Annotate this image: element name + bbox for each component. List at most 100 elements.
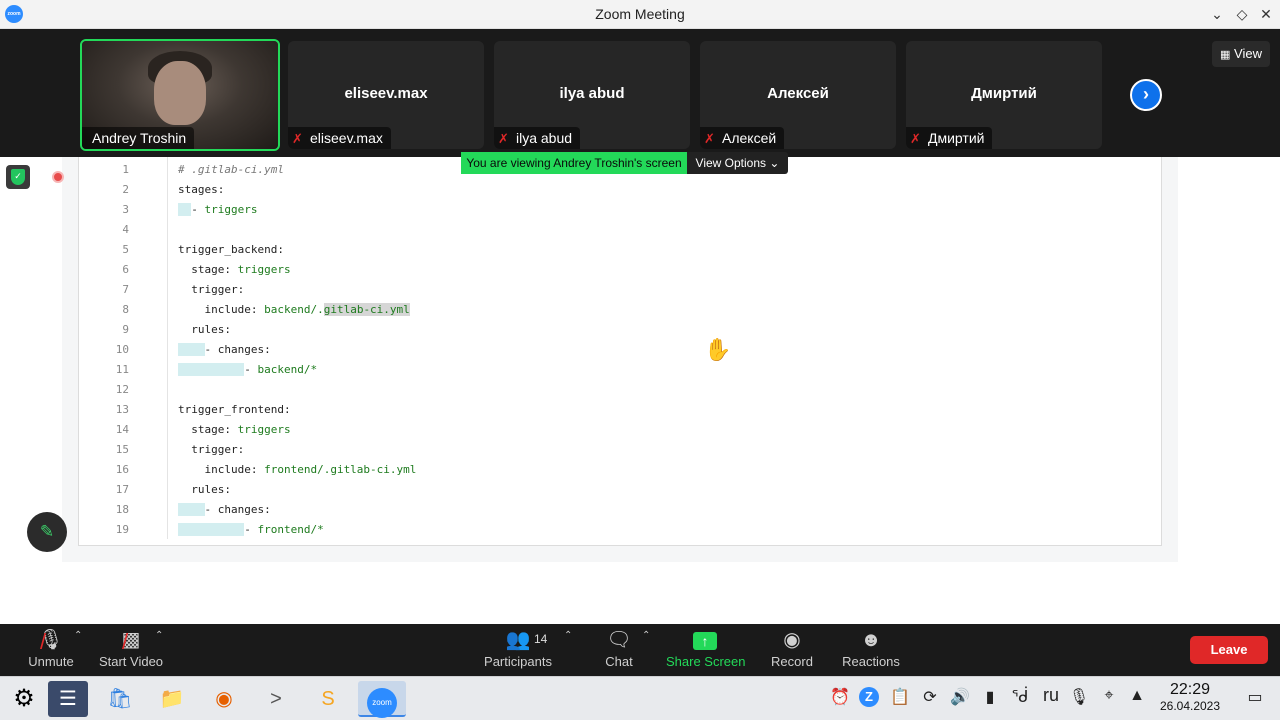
unmute-button[interactable]: 🎙 / Unmute ⌃ bbox=[22, 624, 82, 676]
participant-name: Дмиртий bbox=[928, 130, 985, 146]
line-number: 3 bbox=[122, 203, 129, 216]
keyboard-layout[interactable]: ru bbox=[1038, 685, 1064, 706]
participant-name: Алексей bbox=[722, 130, 777, 146]
participants-count: 14 bbox=[534, 632, 548, 646]
record-icon: ◉ bbox=[783, 629, 801, 651]
update-icon[interactable]: ⟳ bbox=[919, 687, 941, 707]
code-text: - changes: bbox=[178, 340, 271, 360]
line-number: 16 bbox=[115, 463, 129, 476]
chat-button[interactable]: 🗨 Chat ⌃ bbox=[600, 624, 650, 676]
view-button[interactable]: ▦ View bbox=[1212, 41, 1270, 67]
view-options-button[interactable]: View Options ⌄ bbox=[687, 152, 788, 174]
file-manager-icon[interactable]: 📁 bbox=[152, 681, 192, 717]
code-text: trigger: bbox=[178, 443, 245, 456]
code-text: rules: bbox=[178, 483, 231, 496]
notifications-icon[interactable]: ⏰ bbox=[829, 687, 851, 707]
line-number: 10 bbox=[115, 343, 129, 356]
code-text: - frontend/* bbox=[178, 520, 324, 540]
volume-icon[interactable]: 🔊 bbox=[949, 687, 971, 707]
reactions-button[interactable]: ☻ Reactions bbox=[842, 624, 900, 676]
minimize-icon[interactable]: ⌄ bbox=[1207, 4, 1227, 24]
line-number: 15 bbox=[115, 443, 129, 456]
sublime-text-icon[interactable]: S bbox=[308, 681, 348, 717]
start-video-label: Start Video bbox=[98, 654, 164, 669]
participant-tile-ilya-abud[interactable]: ilya abud ✗ ilya abud bbox=[494, 41, 690, 149]
tray-expand-icon[interactable]: ▲ bbox=[1126, 687, 1148, 705]
code-text: trigger: bbox=[178, 283, 245, 296]
line-number: 13 bbox=[115, 403, 129, 416]
code-text: include: frontend/.gitlab-ci.yml bbox=[178, 463, 417, 476]
code-text: - changes: bbox=[178, 500, 271, 520]
share-screen-icon: ↑ bbox=[693, 632, 717, 650]
start-video-button[interactable]: ▩ / Start Video ⌃ bbox=[98, 624, 164, 676]
close-icon[interactable]: ✕ bbox=[1256, 4, 1276, 24]
code-line: 14 stage: triggers bbox=[79, 420, 1159, 440]
chevron-up-icon[interactable]: ⌃ bbox=[74, 630, 82, 641]
bluetooth-icon[interactable]: ᖂ bbox=[1009, 687, 1031, 707]
code-text: - backend/* bbox=[178, 360, 317, 380]
participant-display-name: ilya abud bbox=[559, 85, 625, 102]
zoom-taskbar-icon[interactable]: zoom bbox=[358, 681, 406, 718]
reactions-label: Reactions bbox=[842, 654, 900, 669]
annotate-pen-icon[interactable]: ✎ bbox=[27, 512, 67, 552]
code-line: 12 bbox=[79, 380, 1159, 400]
os-taskbar: ⚙ ☰ 🛍 📁 ◉ > S zoom ⏰ Z 📋 ⟳ 🔊 ▮ ᖂ ru 🎙 ⌖ … bbox=[0, 676, 1280, 720]
muted-mic-icon: ✗ bbox=[498, 131, 509, 146]
line-number: 7 bbox=[122, 283, 129, 296]
line-number: 9 bbox=[122, 323, 129, 336]
code-line: 16 include: frontend/.gitlab-ci.yml bbox=[79, 460, 1159, 480]
share-screen-icon-wrap: ↑ bbox=[666, 624, 744, 654]
participant-display-name: Алексей bbox=[767, 85, 829, 102]
code-line: 2 stages: bbox=[79, 180, 1159, 200]
record-button[interactable]: ◉ Record bbox=[770, 624, 814, 676]
face-shape bbox=[154, 61, 206, 125]
clipboard-icon[interactable]: 📋 bbox=[889, 687, 911, 707]
muted-mic-icon: ✗ bbox=[910, 131, 921, 146]
line-number: 8 bbox=[122, 303, 129, 316]
shield-icon: ✓ bbox=[11, 169, 25, 185]
participant-tile-eliseev-max[interactable]: eliseev.max ✗ eliseev.max bbox=[288, 41, 484, 149]
participant-tile-aleksey[interactable]: Алексей ✗ Алексей bbox=[700, 41, 896, 149]
line-number: 17 bbox=[115, 483, 129, 496]
chevron-up-icon[interactable]: ⌃ bbox=[642, 630, 650, 641]
chevron-down-icon: ⌄ bbox=[769, 156, 780, 170]
leave-button[interactable]: Leave bbox=[1190, 636, 1268, 664]
settings-icon[interactable]: ☰ bbox=[48, 681, 88, 717]
participant-name-label: ✗ Алексей bbox=[700, 127, 785, 149]
share-screen-button[interactable]: ↑ Share Screen bbox=[666, 624, 746, 676]
record-label: Record bbox=[771, 654, 813, 669]
hand-cursor-icon: ✋ bbox=[704, 337, 732, 362]
line-number: 12 bbox=[115, 383, 129, 396]
app-launcher-icon[interactable]: ⚙ bbox=[4, 681, 44, 717]
code-text: rules: bbox=[178, 323, 231, 336]
battery-icon[interactable]: ▮ bbox=[979, 687, 1001, 707]
chevron-up-icon[interactable]: ⌃ bbox=[564, 630, 572, 641]
participants-label: Participants bbox=[484, 654, 552, 669]
participant-tile-dmirtiy[interactable]: Дмиртий ✗ Дмиртий bbox=[906, 41, 1102, 149]
window-title: Zoom Meeting bbox=[595, 6, 685, 22]
firefox-icon[interactable]: ◉ bbox=[204, 681, 244, 717]
line-number: 18 bbox=[115, 503, 129, 516]
participants-button[interactable]: 👥 14 Participants ⌃ bbox=[482, 624, 572, 676]
show-desktop-icon[interactable]: ▭ bbox=[1244, 687, 1266, 707]
clock[interactable]: 22:29 26.04.2023 bbox=[1152, 681, 1228, 714]
restore-icon[interactable]: ◇ bbox=[1232, 4, 1252, 24]
wifi-icon[interactable]: ⌖ bbox=[1098, 687, 1120, 705]
microphone-icon[interactable]: 🎙 bbox=[1068, 687, 1090, 707]
zoom-tray-icon[interactable]: Z bbox=[859, 687, 879, 707]
participant-tile-andrey-troshin[interactable]: Andrey Troshin bbox=[80, 39, 280, 151]
reactions-icon: ☻ bbox=[860, 629, 882, 651]
participant-name: ilya abud bbox=[516, 130, 573, 146]
code-text: stages: bbox=[178, 183, 225, 196]
store-icon[interactable]: 🛍 bbox=[100, 681, 140, 717]
line-number: 4 bbox=[122, 223, 129, 236]
clock-time: 22:29 bbox=[1169, 681, 1211, 698]
code-text: - triggers bbox=[178, 200, 257, 220]
line-number: 11 bbox=[115, 363, 129, 376]
security-badge[interactable]: ✓ bbox=[6, 165, 30, 189]
chevron-up-icon[interactable]: ⌃ bbox=[155, 630, 163, 641]
participant-name: Andrey Troshin bbox=[92, 130, 187, 146]
muted-mic-icon: ✗ bbox=[292, 131, 303, 146]
next-page-chevron-icon[interactable]: › bbox=[1130, 79, 1162, 111]
terminal-icon[interactable]: > bbox=[256, 681, 296, 717]
